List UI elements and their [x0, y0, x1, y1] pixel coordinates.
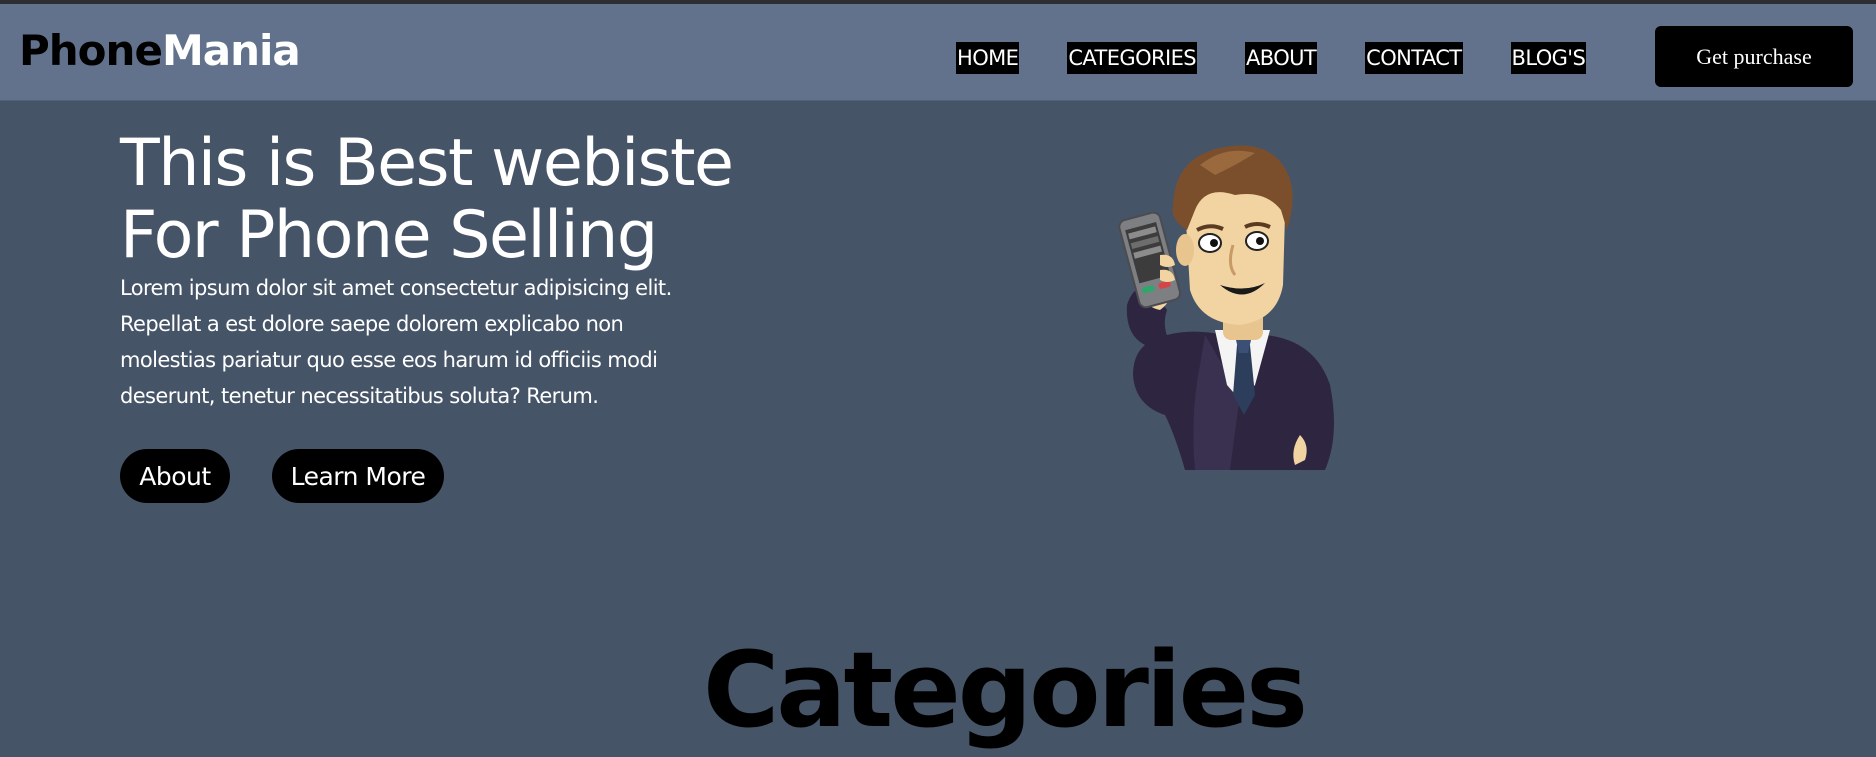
nav-blogs[interactable]: BLOG'S	[1510, 42, 1587, 74]
logo-part-mania: Mania	[161, 26, 301, 75]
nav-about[interactable]: ABOUT	[1245, 42, 1318, 74]
site-logo[interactable]: PhoneMania	[19, 30, 301, 72]
main-nav: HOME CATEGORIES ABOUT CONTACT BLOG'S	[956, 42, 1587, 74]
hero-title-line-1: This is Best webiste	[120, 126, 734, 201]
nav-categories[interactable]: CATEGORIES	[1067, 42, 1197, 74]
learn-more-button[interactable]: Learn More	[272, 449, 444, 503]
logo-part-phone: Phone	[19, 26, 163, 75]
hero-description: Lorem ipsum dolor sit amet consectetur a…	[120, 276, 672, 408]
site-header: PhoneMania HOME CATEGORIES ABOUT CONTACT…	[0, 4, 1876, 101]
about-button[interactable]: About	[120, 449, 230, 503]
get-purchase-button[interactable]: Get purchase	[1655, 26, 1853, 87]
businessman-phone-illustration	[1118, 145, 1334, 470]
categories-heading: Categories	[702, 629, 1308, 751]
nav-contact[interactable]: CONTACT	[1365, 42, 1463, 74]
hero-title: This is Best webiste For Phone Selling	[120, 128, 820, 272]
hero-title-line-2: For Phone Selling	[120, 198, 658, 273]
nav-home[interactable]: HOME	[956, 42, 1020, 74]
